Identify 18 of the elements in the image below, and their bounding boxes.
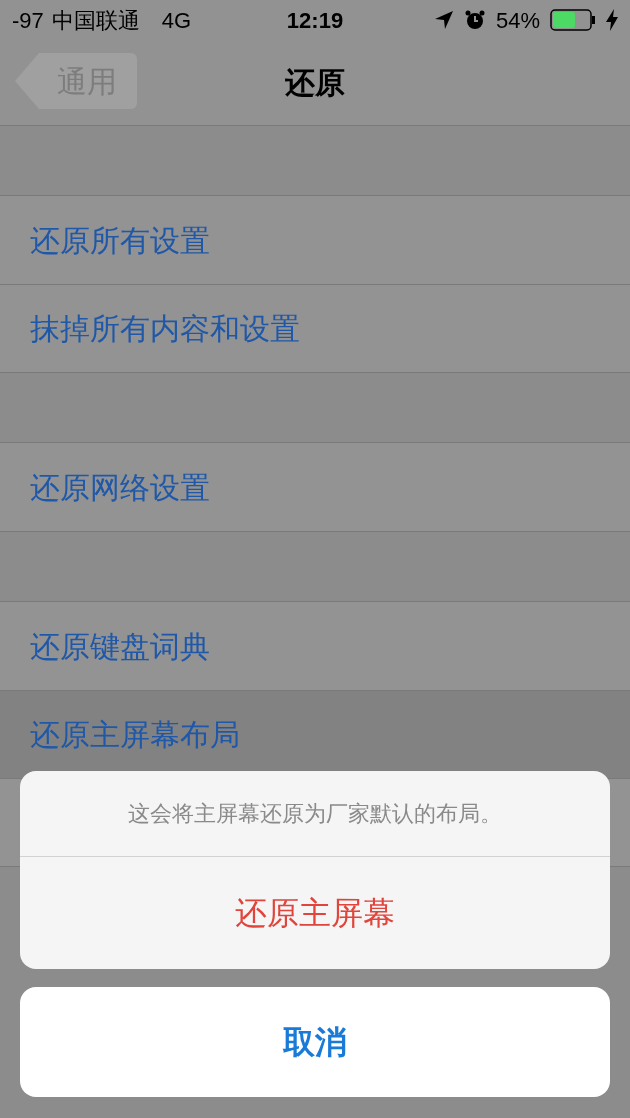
settings-row[interactable]: 还原键盘词典: [0, 602, 630, 690]
network-type: 4G: [161, 6, 192, 35]
sheet-message: 这会将主屏幕还原为厂家默认的布局。: [20, 771, 610, 857]
settings-row[interactable]: 还原网络设置: [0, 443, 630, 531]
settings-row[interactable]: 还原主屏幕布局: [0, 690, 630, 778]
battery-percentage: 54%: [495, 6, 540, 35]
sheet-action-button[interactable]: 还原主屏幕: [20, 857, 610, 969]
carrier-name: 中国联通: [51, 6, 140, 35]
status-time: 12:19: [286, 6, 344, 35]
settings-row[interactable]: 还原所有设置: [0, 196, 630, 284]
location-icon: [433, 10, 454, 30]
signal-strength: -97: [12, 6, 44, 35]
battery-icon: [550, 9, 596, 31]
cancel-button[interactable]: 取消: [20, 987, 610, 1097]
page-title: 还原: [285, 65, 345, 101]
settings-row[interactable]: 抹掉所有内容和设置: [0, 284, 630, 372]
alarm-clock-icon: [463, 9, 486, 31]
charging-bolt-icon: [606, 9, 618, 31]
